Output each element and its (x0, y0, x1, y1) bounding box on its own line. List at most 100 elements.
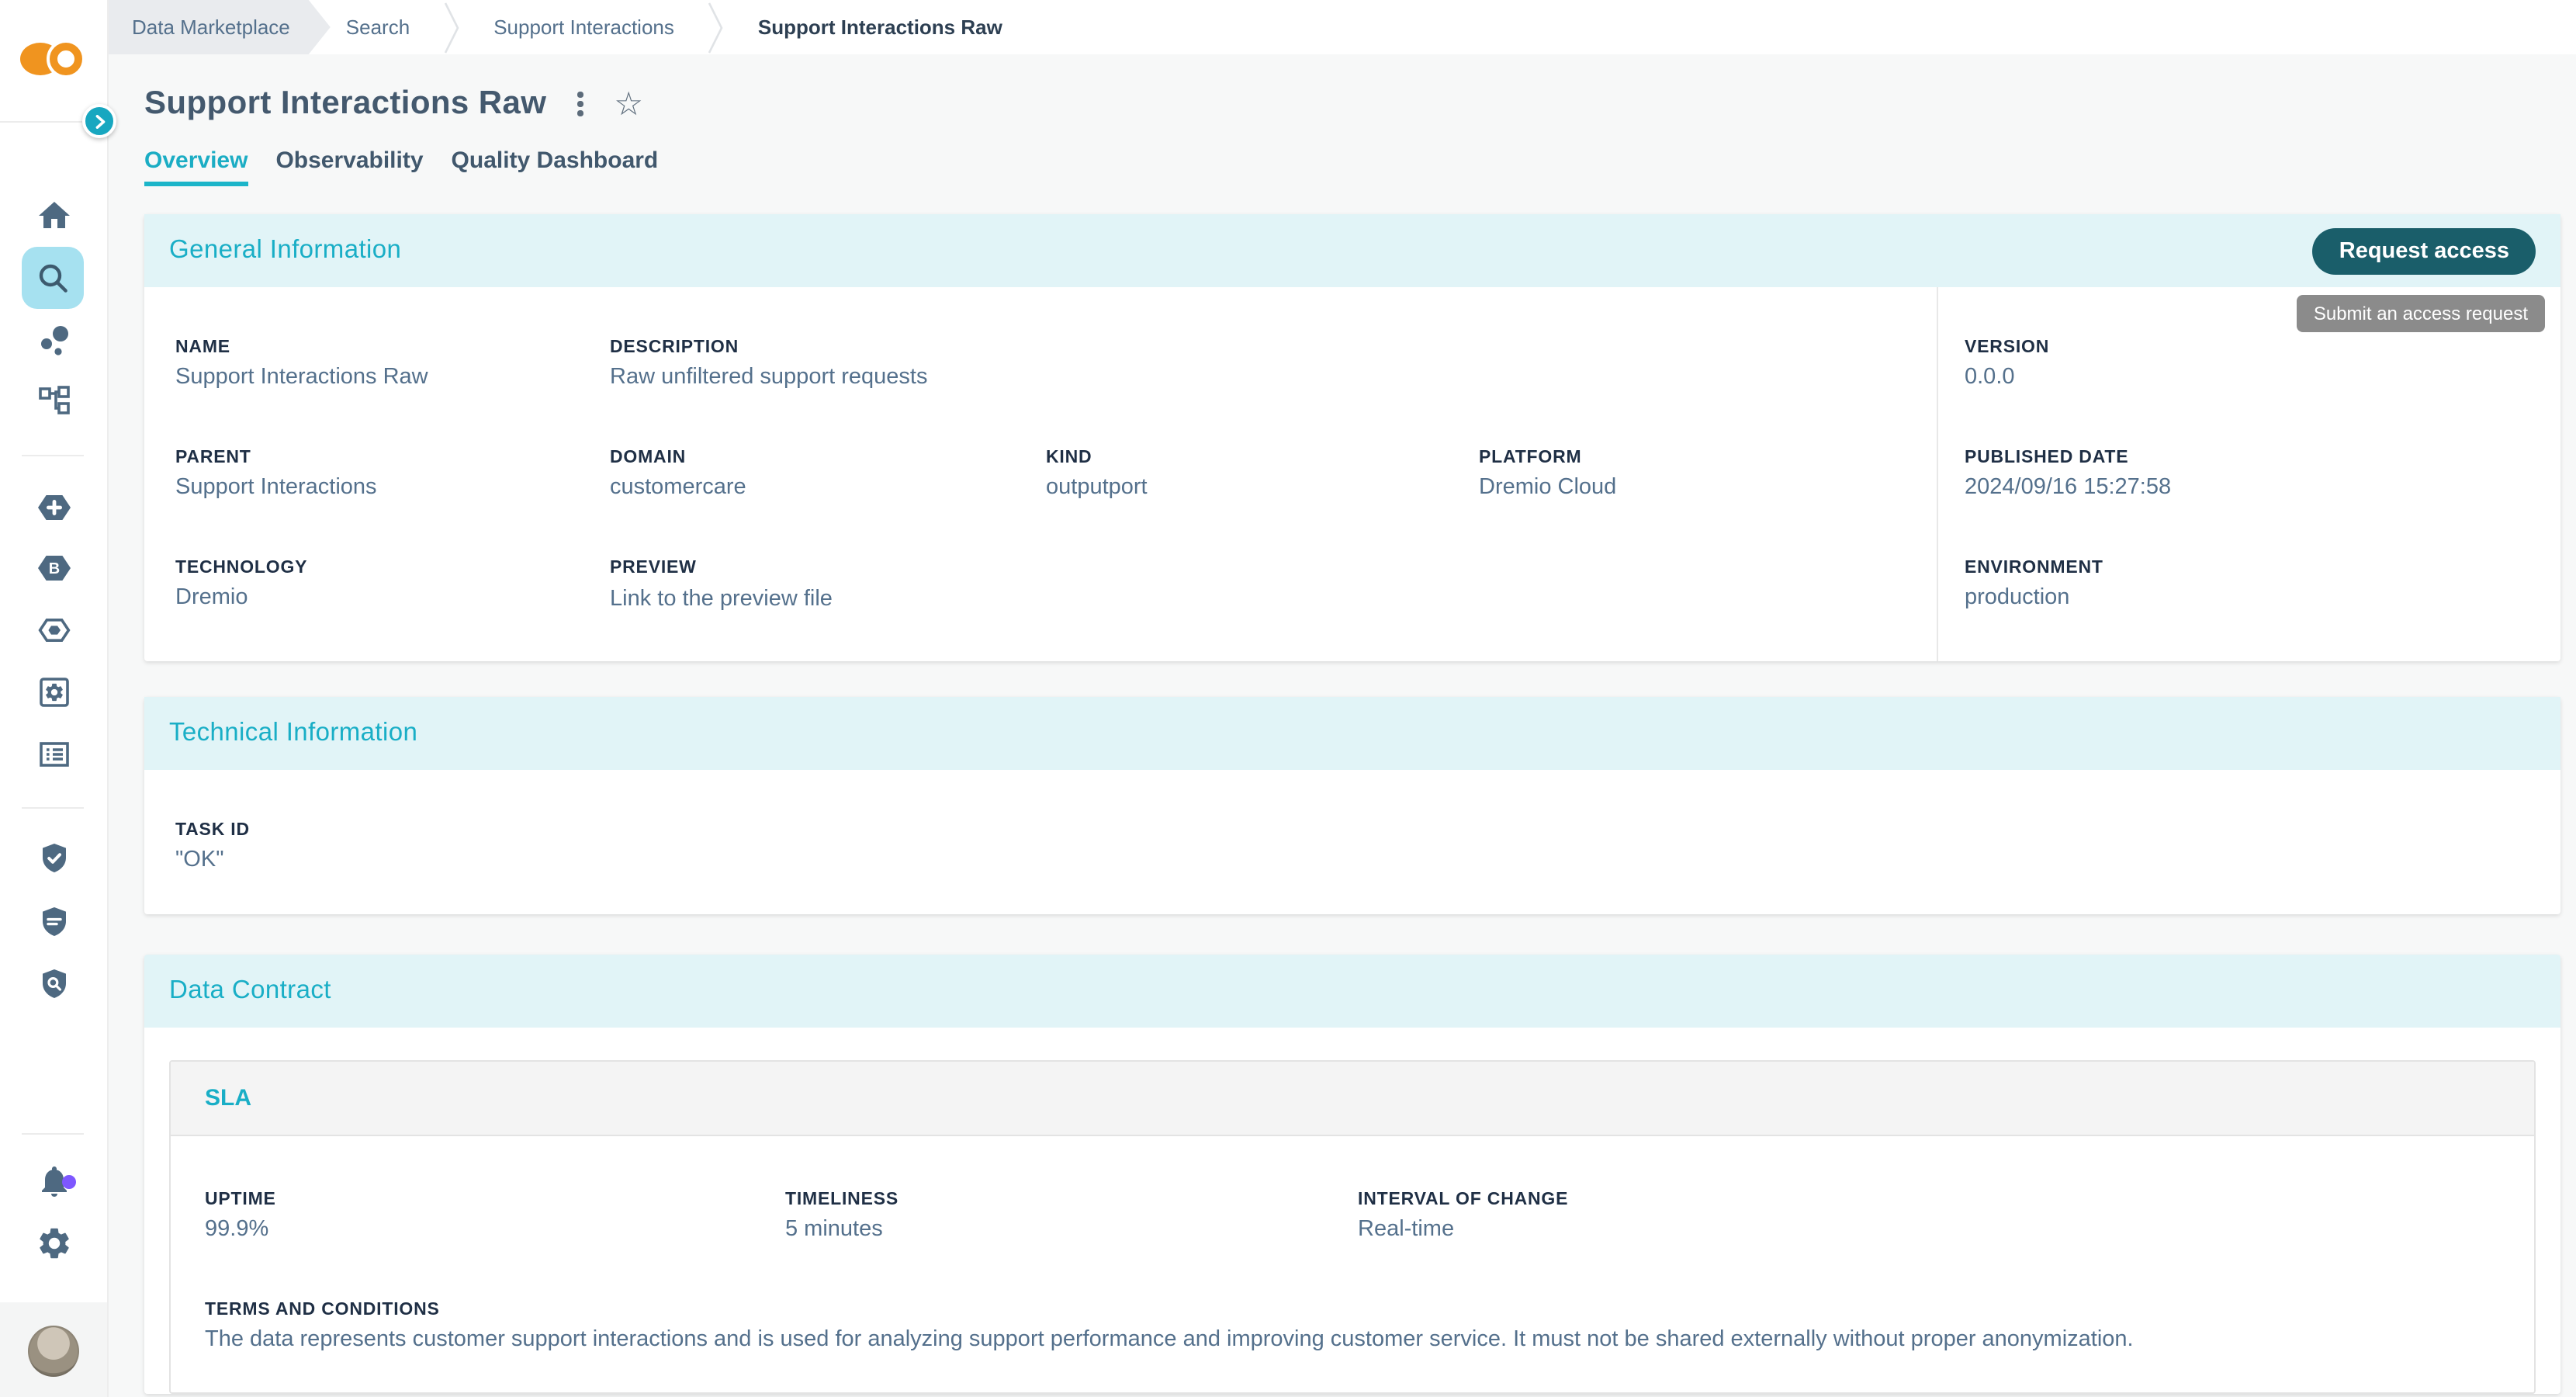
field-interval-of-change: INTERVAL OF CHANGE Real-time (1358, 1191, 2534, 1301)
sidebar-divider (22, 807, 84, 809)
field-label: PARENT (175, 449, 610, 467)
field-label: TECHNOLOGY (175, 559, 610, 577)
general-information-right-column: VERSION 0.0.0 PUBLISHED DATE 2024/09/16 … (1937, 287, 2560, 661)
field-label: VERSION (1965, 338, 2560, 357)
sidebar-item-business-glossary[interactable]: B (35, 549, 72, 587)
field-label: DESCRIPTION (610, 338, 1937, 357)
field-value: Support Interactions Raw (175, 365, 610, 390)
shield-search-icon (35, 965, 72, 1003)
breadcrumb-separator-icon (444, 0, 459, 54)
tab-overview[interactable]: Overview (144, 147, 248, 186)
field-platform: PLATFORM Dremio Cloud (1479, 449, 1937, 559)
field-value: Raw unfiltered support requests (610, 365, 1937, 390)
field-version: VERSION 0.0.0 (1965, 338, 2560, 449)
notification-badge (62, 1175, 76, 1189)
gear-box-icon (35, 674, 72, 711)
technical-information-card: Technical Information TASK ID "OK" (144, 697, 2560, 914)
field-label: DOMAIN (610, 449, 1046, 467)
sidebar-item-create[interactable] (35, 489, 72, 526)
field-name: NAME Support Interactions Raw (175, 338, 610, 449)
svg-text:B: B (48, 560, 59, 577)
tab-observability[interactable]: Observability (275, 147, 423, 186)
list-box-icon (35, 736, 72, 773)
field-value: 0.0.0 (1965, 365, 2560, 390)
user-avatar[interactable] (28, 1326, 79, 1377)
field-label: PREVIEW (610, 559, 1937, 577)
field-value: customercare (610, 475, 1046, 500)
breadcrumb-separator-icon (708, 0, 724, 54)
field-published-date: PUBLISHED DATE 2024/09/16 15:27:58 (1965, 449, 2560, 559)
more-options-kebab-icon[interactable] (571, 86, 589, 123)
field-technology: TECHNOLOGY Dremio (175, 559, 610, 669)
app-logo-icon (20, 42, 85, 76)
field-label: NAME (175, 338, 610, 357)
hexagon-eye-icon (35, 612, 72, 649)
field-label: PLATFORM (1479, 449, 1937, 467)
sidebar-item-audit[interactable] (35, 965, 72, 1003)
sidebar-item-processing[interactable] (35, 674, 72, 711)
field-value: outputport (1046, 475, 1479, 500)
sidebar-item-data-assets[interactable] (35, 612, 72, 649)
section-title: Data Contract (169, 976, 331, 1006)
sidebar-item-search[interactable] (22, 247, 84, 309)
general-information-card: General Information Request access Submi… (144, 214, 2560, 661)
chevron-right-icon (92, 114, 106, 128)
sidebar-divider (0, 121, 84, 123)
sidebar-expand-button[interactable] (82, 104, 116, 138)
field-value: Dremio Cloud (1479, 475, 1937, 500)
breadcrumb: Data Marketplace Search Support Interact… (107, 0, 2576, 54)
tab-bar: Overview Observability Quality Dashboard (144, 147, 2560, 186)
sidebar-item-data-products[interactable] (35, 321, 72, 359)
preview-link[interactable]: Link to the preview file (610, 587, 833, 612)
sidebar-item-settings[interactable] (35, 1225, 72, 1262)
page-title: Support Interactions Raw (144, 85, 546, 123)
field-value: "OK" (175, 848, 2560, 872)
general-information-body: NAME Support Interactions Raw DESCRIPTIO… (144, 287, 2560, 661)
field-value: Support Interactions (175, 475, 610, 500)
sidebar-item-home[interactable] (35, 197, 72, 234)
field-label: TIMELINESS (785, 1191, 1358, 1209)
field-preview: PREVIEW Link to the preview file (610, 559, 1937, 669)
field-label: PUBLISHED DATE (1965, 449, 2560, 467)
field-label: TASK ID (175, 821, 2560, 840)
settings-gear-icon (35, 1225, 72, 1262)
tab-quality-dashboard[interactable]: Quality Dashboard (452, 147, 659, 186)
field-value: Real-time (1358, 1217, 2534, 1242)
technical-information-header: Technical Information (144, 697, 2560, 770)
field-value: 99.9% (205, 1217, 785, 1242)
field-environment: ENVIRONMENT production (1965, 559, 2560, 669)
data-contract-card: Data Contract SLA UPTIME 99.9% TIMELINES… (144, 955, 2560, 1394)
breadcrumb-item-support-interactions[interactable]: Support Interactions (493, 0, 674, 54)
shield-check-icon (35, 840, 72, 877)
sidebar-item-policies[interactable] (35, 903, 72, 941)
field-label: TERMS AND CONDITIONS (205, 1301, 2534, 1319)
data-contract-header: Data Contract (144, 955, 2560, 1028)
sla-panel: SLA UPTIME 99.9% TIMELINESS 5 minutes IN… (169, 1060, 2536, 1394)
sidebar-divider (22, 1133, 84, 1135)
app-window: B (0, 0, 2576, 1397)
field-uptime: UPTIME 99.9% (205, 1191, 785, 1301)
field-kind: KIND outputport (1046, 449, 1479, 559)
favorite-star-icon[interactable]: ☆ (614, 88, 643, 120)
section-title: General Information (169, 236, 401, 265)
hexagon-plus-icon (35, 489, 72, 526)
sidebar-item-catalog[interactable] (35, 736, 72, 773)
request-access-tooltip: Submit an access request (2297, 295, 2545, 332)
breadcrumb-item-data-marketplace[interactable]: Data Marketplace (107, 0, 331, 54)
main-content: Support Interactions Raw ☆ Overview Obse… (107, 54, 2576, 1397)
field-value: 2024/09/16 15:27:58 (1965, 475, 2560, 500)
breadcrumb-item-current: Support Interactions Raw (758, 0, 1002, 54)
sidebar-item-quality[interactable] (35, 840, 72, 877)
field-value: The data represents customer support int… (205, 1327, 2534, 1352)
field-value: production (1965, 585, 2560, 610)
hexagon-b-icon: B (35, 549, 72, 587)
search-icon (34, 259, 71, 296)
field-parent: PARENT Support Interactions (175, 449, 610, 559)
request-access-button[interactable]: Request access (2313, 227, 2536, 274)
cluster-dots-icon (35, 321, 72, 359)
breadcrumb-label: Data Marketplace (132, 16, 290, 39)
sidebar-item-lineage[interactable] (35, 382, 72, 419)
breadcrumb-item-search[interactable]: Search (346, 0, 410, 54)
field-timeliness: TIMELINESS 5 minutes (785, 1191, 1358, 1301)
general-information-header: General Information Request access (144, 214, 2560, 287)
